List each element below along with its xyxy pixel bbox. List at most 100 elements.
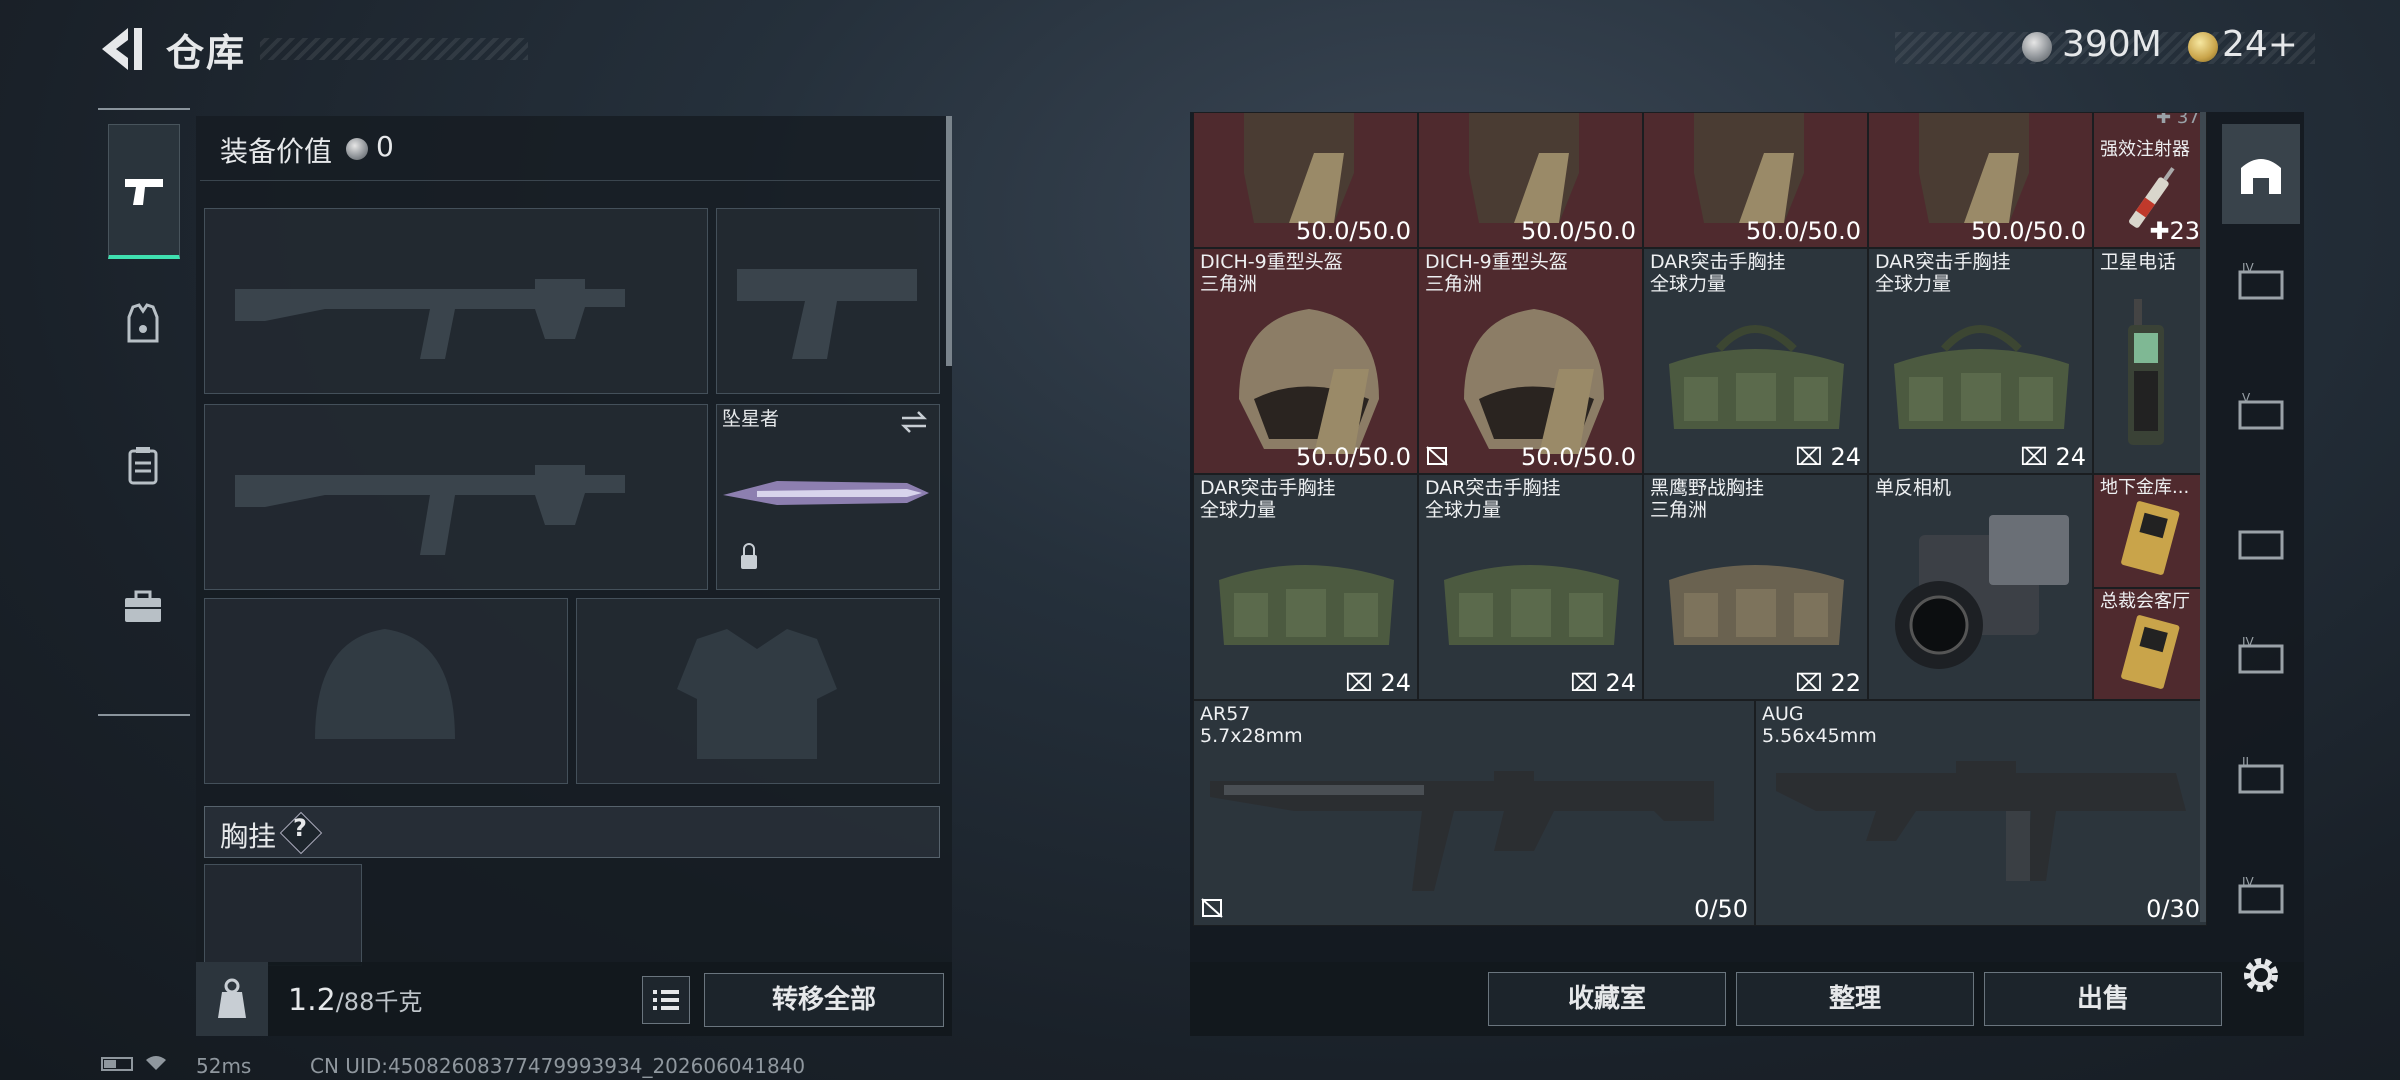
stash-item-chest-rig[interactable]: DAR突击手胸挂 全球力量 ⌧ 24 [1193, 474, 1418, 700]
stash-item-helmet[interactable]: 50.0/50.0 [1643, 112, 1868, 248]
vault-icon [2241, 159, 2281, 194]
chest-rig-icon [1444, 565, 1619, 645]
svg-text:V: V [2242, 392, 2251, 405]
silver-amount: 390M [2062, 24, 2162, 65]
stash-item-chest-rig[interactable]: DAR突击手胸挂 全球力量 ⌧ 24 [1418, 474, 1643, 700]
stash-tab-icon: IV [2238, 636, 2284, 674]
helmet-icon [1239, 309, 1379, 454]
item-count: 23 [2169, 217, 2200, 245]
stash-tab-5[interactable]: IV [2222, 606, 2300, 706]
nav-case[interactable] [108, 542, 178, 672]
chest-rig-label: 胸挂 [220, 820, 277, 853]
capacity-icon: ⌧ [2020, 443, 2048, 471]
rifle-icon [1776, 761, 2186, 881]
capacity-icon: ⌧ [1795, 669, 1823, 697]
stash-tab-icon: V [2238, 392, 2284, 430]
pistol-silhouette-icon [737, 269, 917, 359]
svg-text:IV: IV [2242, 876, 2255, 889]
medical-cross-icon: ✚ [2149, 217, 2170, 245]
equip-value-label: 装备价值 [220, 135, 333, 168]
capacity: 24 [2055, 443, 2086, 471]
capacity: 24 [1605, 669, 1636, 697]
keycard-icon [2121, 615, 2180, 689]
equip-value: 0 [376, 130, 394, 163]
nav-weapons[interactable] [108, 124, 180, 259]
swap-icon[interactable] [900, 410, 928, 434]
body-armor-slot[interactable] [576, 598, 940, 784]
durability: 50.0/50.0 [1521, 217, 1636, 245]
stash-item-rifle[interactable]: AR57 5.7x28mm 0/50 [1193, 700, 1755, 926]
user-uid: CN UID:45082608377479993934_202606041840 [310, 1054, 806, 1078]
durability: 50.0/50.0 [1296, 217, 1411, 245]
satellite-phone-icon [2128, 299, 2164, 445]
capacity-wrap: ⌧ 24 [2020, 443, 2086, 471]
silver-coin-icon [2022, 32, 2052, 62]
chest-rig-slot[interactable] [204, 864, 362, 966]
stash-tab-icon [2238, 530, 2284, 560]
chest-rig-icon [1669, 565, 1844, 645]
rifle-silhouette-icon [235, 279, 625, 359]
back-arrow-icon[interactable] [98, 24, 144, 74]
helmet-slot[interactable] [204, 598, 568, 784]
armor-icon [127, 303, 159, 343]
stash-item-helmet[interactable]: 50.0/50.0 [1193, 112, 1418, 248]
stash-item-chest-rig[interactable]: 黑鹰野战胸挂 三角洲 ⌧ 22 [1643, 474, 1868, 700]
stash-item-helmet[interactable]: 50.0/50.0 [1418, 112, 1643, 248]
pistol-slot[interactable] [716, 208, 940, 394]
list-view-button[interactable] [642, 976, 690, 1024]
stash-item-helmet[interactable]: DICH-9重型头盔 三角洲 50.0/50.0 [1193, 248, 1418, 474]
primary-weapon-slot-2[interactable] [204, 404, 708, 590]
stash-item-keycard[interactable]: 总裁会客厅 [2093, 588, 2207, 700]
ping: 52ms [196, 1054, 252, 1078]
capacity: 22 [1830, 669, 1861, 697]
stash-item-keycard[interactable]: 地下金库... [2093, 474, 2207, 588]
stash-item-camera[interactable]: 单反相机 [1868, 474, 2093, 700]
svg-text:II: II [2242, 756, 2249, 769]
stash-item-sat-phone[interactable]: 卫星电话 [2093, 248, 2207, 474]
sort-button[interactable]: 整理 [1736, 972, 1974, 1026]
favorites-room-button[interactable]: 收藏室 [1488, 972, 1726, 1026]
keycard-icon [2121, 501, 2180, 575]
stash-scrollbar[interactable] [2200, 112, 2206, 922]
stash-item-helmet[interactable]: 50.0/50.0 [1868, 112, 2093, 248]
stash-tab-3[interactable]: V [2222, 362, 2300, 462]
stash-tab-6[interactable]: II [2222, 726, 2300, 826]
item-count-wrap: ✚23 [2149, 217, 2200, 245]
stash-item-rifle[interactable]: AUG 5.56x45mm 0/30 [1755, 700, 2207, 926]
stash-tab-4[interactable] [2222, 492, 2300, 592]
weight-icon [196, 962, 268, 1036]
stash-item-chest-rig[interactable]: DAR突击手胸挂 全球力量 ⌧ 24 [1868, 248, 2093, 474]
chest-rig-icon [128, 447, 158, 485]
nav-chest-rig[interactable] [108, 400, 178, 530]
stash-tab-7[interactable]: IV [2222, 846, 2300, 946]
capacity-icon: ⌧ [1570, 669, 1598, 697]
stash-item-syringe[interactable]: ✚ 37 强效注射器 ✚23 [2093, 112, 2207, 248]
capacity: 24 [1380, 669, 1411, 697]
stash-tab-2[interactable]: IV [2222, 232, 2300, 332]
settings-gear-icon[interactable] [2236, 950, 2286, 1000]
stash-tab-main[interactable] [2222, 124, 2300, 224]
primary-weapon-slot-1[interactable] [204, 208, 708, 394]
sell-button[interactable]: 出售 [1984, 972, 2222, 1026]
stash-tab-nav: IV V IV II IV [2222, 108, 2300, 964]
helmet-silhouette-icon [315, 629, 455, 739]
gold-coin-icon [2188, 32, 2218, 62]
gold-amount: 24+ [2222, 24, 2298, 65]
capacity-wrap: ⌧ 24 [1795, 443, 1861, 471]
svg-text:IV: IV [2242, 262, 2255, 275]
stash-item-helmet[interactable]: DICH-9重型头盔 三角洲 50.0/50.0 [1418, 248, 1643, 474]
transfer-all-button[interactable]: 转移全部 [704, 973, 944, 1027]
ammo-count: 0/50 [1694, 895, 1748, 923]
stash-item-chest-rig[interactable]: DAR突击手胸挂 全球力量 ⌧ 24 [1643, 248, 1868, 474]
no-insure-icon [1426, 446, 1448, 466]
capacity-icon: ⌧ [1345, 669, 1373, 697]
divider [200, 180, 940, 181]
stash-tab-icon: IV [2238, 262, 2284, 300]
nav-armor[interactable] [108, 258, 178, 388]
durability: 50.0/50.0 [1746, 217, 1861, 245]
rifle-icon [1210, 771, 1714, 891]
loadout-category-nav [98, 108, 190, 716]
status-bar [100, 1054, 180, 1079]
capacity-wrap: ⌧ 24 [1345, 669, 1411, 697]
loadout-scrollbar[interactable] [946, 116, 952, 366]
